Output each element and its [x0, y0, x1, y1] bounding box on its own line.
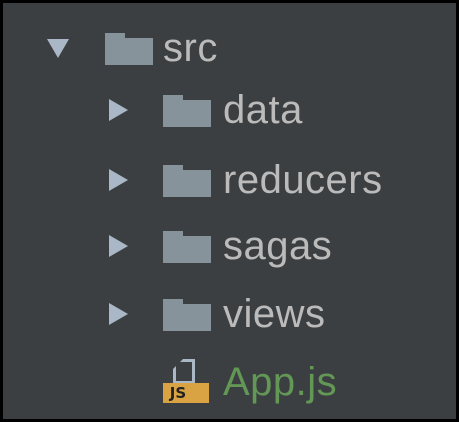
folder-icon — [163, 165, 211, 197]
folder-icon — [105, 33, 153, 65]
folder-icon — [163, 231, 211, 263]
tree-item-label: reducers — [223, 158, 383, 202]
chevron-right-icon[interactable] — [109, 235, 128, 257]
tree-item-reducers[interactable]: reducers — [3, 149, 456, 211]
tree-item-app-js[interactable]: JS App.js — [3, 351, 456, 413]
chevron-right-icon[interactable] — [109, 303, 128, 325]
javascript-file-icon: JS — [163, 359, 209, 403]
chevron-right-icon[interactable] — [109, 99, 128, 121]
project-tree-panel: src data reducers sagas views JS App.js — [0, 0, 459, 422]
folder-icon — [163, 95, 211, 127]
tree-item-label: src — [163, 26, 218, 70]
tree-item-views[interactable]: views — [3, 283, 456, 345]
tree-item-label: data — [223, 88, 303, 132]
tree-item-label: sagas — [223, 224, 333, 268]
js-badge-label: JS — [169, 384, 187, 402]
tree-item-data[interactable]: data — [3, 79, 456, 141]
tree-item-label: App.js — [223, 360, 338, 404]
chevron-down-icon[interactable] — [47, 39, 69, 58]
folder-icon — [163, 299, 211, 331]
tree-item-label: views — [223, 292, 326, 336]
tree-item-sagas[interactable]: sagas — [3, 215, 456, 277]
chevron-right-icon[interactable] — [109, 169, 128, 191]
tree-item-src[interactable]: src — [3, 17, 456, 79]
